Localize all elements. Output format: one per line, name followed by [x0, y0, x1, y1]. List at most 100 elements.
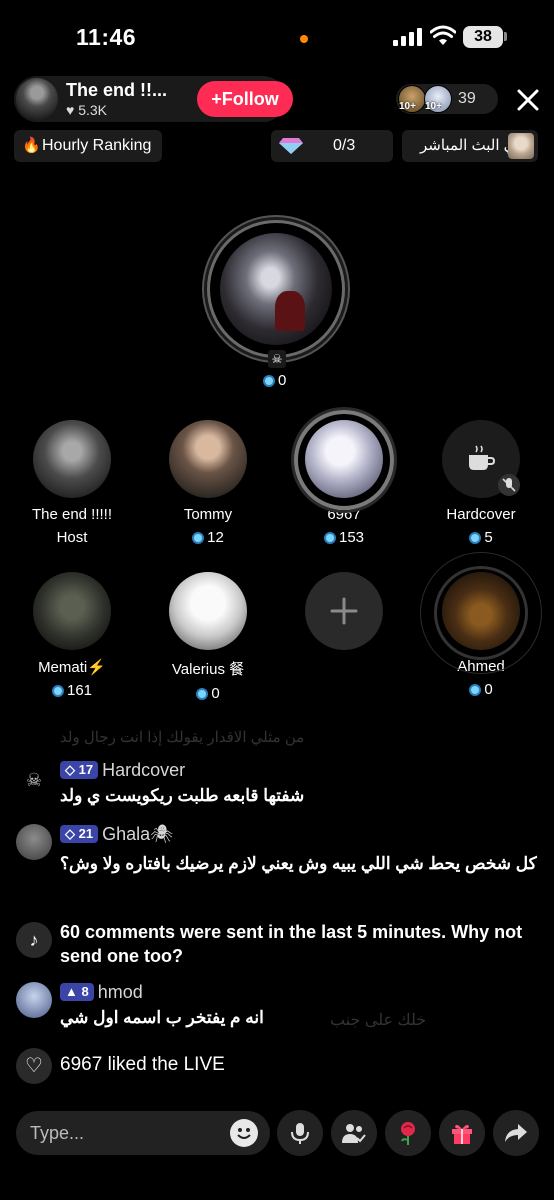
chat-username[interactable]: Ghala🕷	[102, 824, 173, 844]
wifi-icon	[430, 25, 456, 45]
seat-avatar[interactable]	[33, 572, 111, 650]
system-text: 60 comments were sent in the last 5 minu…	[60, 922, 523, 966]
clock: 11:46	[76, 24, 137, 50]
seat-role: Host	[56, 529, 88, 546]
seat-guest[interactable]: 6967 153	[277, 410, 411, 546]
seat-guest[interactable]: Memati⚡ 161	[5, 572, 139, 699]
chat-text: كل شخص يحط شي اللي يبيه وش يعني لازم يرض…	[60, 854, 537, 873]
status-bar: 11:46 38	[0, 0, 554, 74]
seat-host[interactable]: The end !!!!! Host	[5, 420, 139, 546]
empty-seat[interactable]	[277, 572, 411, 650]
seat-avatar[interactable]	[442, 420, 520, 498]
like-action: liked the LIVE	[107, 1054, 225, 1075]
live-room-chip[interactable]: في البث المباشر	[402, 130, 538, 162]
muted-mic-icon	[498, 474, 520, 496]
chat-text: انه م يفتخر ب اسمه اول شي	[60, 1008, 264, 1027]
chat-header: ◇ 21 Ghala🕷	[60, 824, 173, 845]
host-likes: ♥ 5.3K	[66, 102, 107, 118]
seat-name: Memati⚡	[38, 659, 106, 676]
viewer-list[interactable]: 10+ 10+ 39	[396, 84, 498, 114]
seat-avatar[interactable]	[33, 420, 111, 498]
chat-username[interactable]: hmod	[98, 982, 143, 1002]
host-info[interactable]: The end !!... ♥ 5.3K +Follow	[14, 76, 293, 122]
gift-button[interactable]	[439, 1110, 485, 1156]
seat-coins: 153	[277, 529, 411, 546]
faded-comment: من مثلي الاقدار يقولك إذا انت رجال ولد	[60, 729, 305, 746]
level-badge: ▲ 8	[60, 983, 94, 1001]
coin-icon	[263, 375, 275, 388]
comment-input[interactable]	[30, 1119, 210, 1147]
seat-guest[interactable]: Valerius 餐 0	[141, 572, 275, 702]
gem-goal-chip[interactable]: 0/3	[271, 130, 393, 162]
seat-guest[interactable]: Ahmed 0	[414, 552, 548, 698]
level-badge: ◇ 21	[60, 825, 99, 843]
seat-avatar[interactable]	[305, 420, 383, 498]
seat-avatar[interactable]	[169, 572, 247, 650]
live-room-avatar	[508, 133, 534, 159]
fire-icon: 🔥	[22, 137, 41, 154]
rose-icon	[401, 1122, 415, 1145]
hourly-ranking-chip[interactable]: 🔥 Hourly Ranking	[14, 130, 162, 162]
user-avatar[interactable]	[16, 982, 52, 1018]
seat-coins: 0	[141, 685, 275, 702]
battery-icon: 38	[463, 26, 503, 48]
share-icon	[505, 1124, 527, 1142]
comment-box[interactable]	[16, 1111, 270, 1155]
like-user[interactable]: 6967	[60, 1054, 102, 1075]
plus-icon: +	[211, 89, 222, 109]
hourly-ranking-label: Hourly Ranking	[42, 137, 152, 154]
gift-icon	[452, 1124, 472, 1144]
gem-goal-progress: 0/3	[333, 137, 356, 154]
host-likes-count: 5.3K	[78, 102, 108, 118]
seat-avatar[interactable]	[442, 572, 520, 650]
add-seat-button[interactable]	[305, 572, 383, 650]
seat-coins: 12	[141, 529, 275, 546]
coffee-cup-icon	[469, 445, 496, 470]
coin-icon	[192, 532, 205, 545]
user-avatar[interactable]	[16, 824, 52, 860]
battery-cap	[504, 32, 507, 41]
viewer-rank-badge: 10+	[399, 101, 416, 112]
main-seat-coin-count: 0	[278, 372, 287, 389]
follow-button[interactable]: +Follow	[197, 81, 293, 117]
coin-icon	[469, 684, 482, 697]
users-icon	[342, 1124, 366, 1143]
guests-button[interactable]	[331, 1110, 377, 1156]
emoji-icon[interactable]	[230, 1119, 258, 1147]
seat-coins: 0	[414, 681, 548, 698]
seat-name: Hardcover	[446, 506, 516, 523]
signal-icon	[393, 28, 423, 46]
chat-text: شفتها قابعه طلبت ريكويست ي ولد	[60, 786, 305, 805]
chat-username[interactable]: Hardcover	[102, 760, 185, 780]
mic-button[interactable]	[277, 1110, 323, 1156]
level-badge: ◇ 17	[60, 761, 99, 779]
seat-name: Valerius 餐	[171, 661, 245, 678]
close-icon[interactable]	[514, 86, 542, 114]
chat-header: ◇ 17 Hardcover	[60, 760, 185, 781]
user-avatar[interactable]: ☠	[16, 762, 52, 798]
skull-icon: ☠	[268, 350, 286, 368]
seat-coins: 5	[414, 529, 548, 546]
seat-guest[interactable]: Tommy 12	[141, 420, 275, 546]
rose-gift-button[interactable]	[385, 1110, 431, 1156]
viewer-count: 39	[458, 90, 476, 107]
tiktok-icon: ♪	[16, 922, 52, 958]
coin-icon	[323, 532, 336, 545]
chat-header: ▲ 8 hmod	[60, 982, 143, 1003]
host-avatar[interactable]	[16, 78, 58, 120]
coin-icon	[469, 532, 482, 545]
heart-icon: ♥	[66, 102, 75, 118]
host-name: The end !!...	[66, 80, 167, 100]
viewer-rank-badge: 10+	[425, 101, 442, 112]
main-seat-avatar[interactable]	[220, 233, 332, 345]
mic-icon	[291, 1123, 309, 1144]
heart-icon: ♡	[16, 1048, 52, 1084]
share-button[interactable]	[493, 1110, 539, 1156]
coin-icon	[51, 685, 64, 698]
seat-guest[interactable]: Hardcover 5	[414, 420, 548, 546]
main-seat-coins: 0	[263, 372, 286, 389]
seat-coins: 161	[5, 682, 139, 699]
seat-name: Tommy	[183, 506, 233, 523]
recording-indicator	[300, 35, 308, 43]
seat-avatar[interactable]	[169, 420, 247, 498]
